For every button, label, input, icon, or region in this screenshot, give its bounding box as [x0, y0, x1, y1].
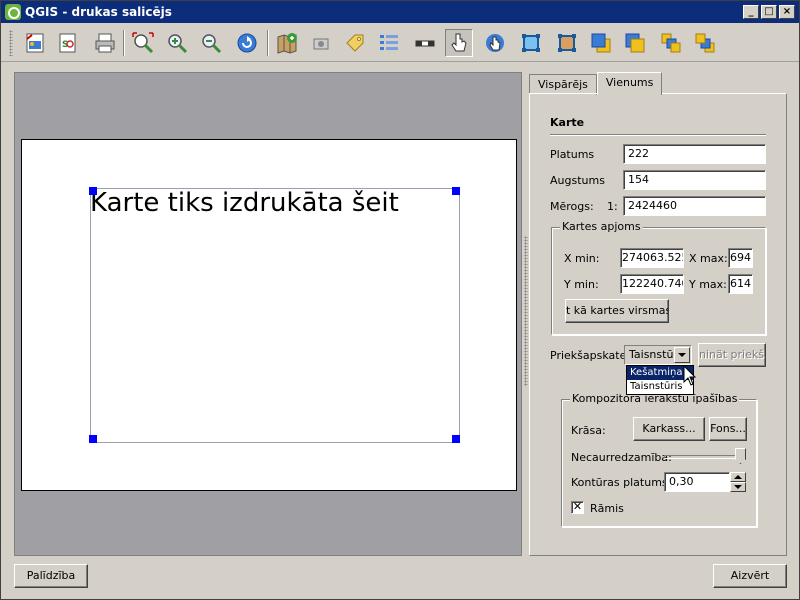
window-title: QGIS - drukas salicējs	[25, 5, 172, 19]
export-svg-icon[interactable]: S	[53, 29, 81, 57]
resize-handle-ne[interactable]	[452, 187, 460, 195]
add-label-icon[interactable]	[341, 29, 369, 57]
tab-general[interactable]: Vispārējs	[529, 74, 597, 95]
frame-checkbox-label: Rāmis	[590, 502, 624, 515]
close-button[interactable]: Aizvērt	[713, 564, 787, 588]
toolbar: S	[1, 24, 799, 62]
help-button[interactable]: Palīdzība	[14, 564, 88, 588]
extent-group: Kartes apjoms X min: 274063.525 X max: 6…	[551, 220, 766, 335]
section-divider	[550, 134, 766, 136]
outline-width-label: Kontūras platums	[571, 476, 668, 489]
resize-handle-sw[interactable]	[89, 435, 97, 443]
xmax-field[interactable]: 694	[728, 248, 753, 268]
lower-icon[interactable]	[621, 29, 649, 57]
preview-combo[interactable]: Taisnstūr	[624, 345, 692, 365]
ymin-label: Y min:	[564, 278, 599, 291]
background-color-button[interactable]: Fons...	[709, 417, 747, 441]
group-icon[interactable]	[517, 29, 545, 57]
update-preview-button[interactable]: ninät priekšap	[698, 343, 766, 367]
ungroup-icon[interactable]	[553, 29, 581, 57]
scale-field[interactable]: 2424460	[623, 196, 766, 216]
outline-width-field[interactable]: 0,30	[664, 472, 730, 492]
move-top-icon[interactable]	[657, 29, 685, 57]
map-placeholder-label: Karte tiks izdrukāta šeit	[90, 188, 399, 218]
add-legend-icon[interactable]	[375, 29, 403, 57]
ymin-field[interactable]: 122240.740	[620, 274, 684, 294]
opacity-label: Necaurredzamība:	[571, 451, 672, 464]
frame-checkbox[interactable]: ✕	[571, 501, 584, 514]
extent-group-title: Kartes apjoms	[560, 220, 643, 233]
refresh-icon[interactable]	[233, 29, 261, 57]
ymax-field[interactable]: 614	[728, 274, 753, 294]
spin-down-icon[interactable]	[730, 482, 746, 492]
preview-label: Priekšapskate	[550, 349, 627, 362]
tab-bar: Vispārējs Vienums	[529, 72, 663, 95]
section-title: Karte	[550, 116, 585, 129]
minimize-button[interactable]: _	[743, 5, 759, 19]
panel-splitter[interactable]	[524, 236, 528, 386]
scale-label: Mērogs:	[550, 200, 594, 213]
height-field[interactable]: 154	[623, 170, 766, 190]
height-label: Augstums	[550, 174, 605, 187]
add-scalebar-icon[interactable]	[411, 29, 439, 57]
maximize-button[interactable]: □	[761, 5, 777, 19]
map-item-frame[interactable]	[90, 188, 460, 443]
add-map-icon[interactable]	[273, 29, 301, 57]
select-move-icon[interactable]	[445, 29, 473, 57]
zoom-in-icon[interactable]	[163, 29, 191, 57]
zoom-out-icon[interactable]	[197, 29, 225, 57]
ymax-label: Y max:	[689, 278, 727, 291]
add-image-icon[interactable]	[307, 29, 335, 57]
spin-up-icon[interactable]	[730, 472, 746, 482]
scale-prefix: 1:	[607, 200, 618, 213]
item-properties-panel: Karte Platums 222 Augstums 154 Mērogs: 1…	[529, 93, 787, 556]
print-icon[interactable]	[91, 29, 119, 57]
xmin-field[interactable]: 274063.525	[620, 248, 684, 268]
zoom-full-icon[interactable]	[129, 29, 157, 57]
export-image-icon[interactable]	[21, 29, 49, 57]
preview-combo-value: Taisnstūr	[629, 348, 678, 361]
move-content-icon[interactable]	[481, 29, 509, 57]
composer-canvas[interactable]: Karte tiks izdrukāta šeit	[14, 72, 522, 556]
width-label: Platums	[550, 148, 595, 161]
opacity-slider-track[interactable]	[664, 455, 746, 459]
title-bar: QGIS - drukas salicējs _ □ ×	[1, 1, 799, 23]
set-to-canvas-extent-button[interactable]: t kā kartes virsmas a	[565, 299, 669, 323]
xmax-label: X max:	[689, 252, 728, 265]
move-bottom-icon[interactable]	[691, 29, 719, 57]
qgis-logo-icon	[5, 4, 21, 20]
width-field[interactable]: 222	[623, 144, 766, 164]
close-window-button[interactable]: ×	[779, 5, 795, 19]
composer-window: QGIS - drukas salicējs _ □ × S Karte tik…	[0, 0, 800, 600]
paper-page[interactable]: Karte tiks izdrukāta šeit	[21, 139, 517, 491]
xmin-label: X min:	[564, 252, 600, 265]
toolbar-grip[interactable]	[9, 30, 13, 56]
color-label: Krāsa:	[571, 424, 606, 437]
frame-color-button[interactable]: Karkass...	[633, 417, 705, 441]
mouse-cursor-icon	[683, 364, 697, 390]
chevron-down-icon[interactable]	[674, 347, 690, 363]
outline-width-spinner[interactable]	[730, 472, 746, 492]
resize-handle-se[interactable]	[452, 435, 460, 443]
resize-handle-nw[interactable]	[89, 187, 97, 195]
tab-item[interactable]: Vienums	[596, 72, 663, 95]
raise-icon[interactable]	[587, 29, 615, 57]
